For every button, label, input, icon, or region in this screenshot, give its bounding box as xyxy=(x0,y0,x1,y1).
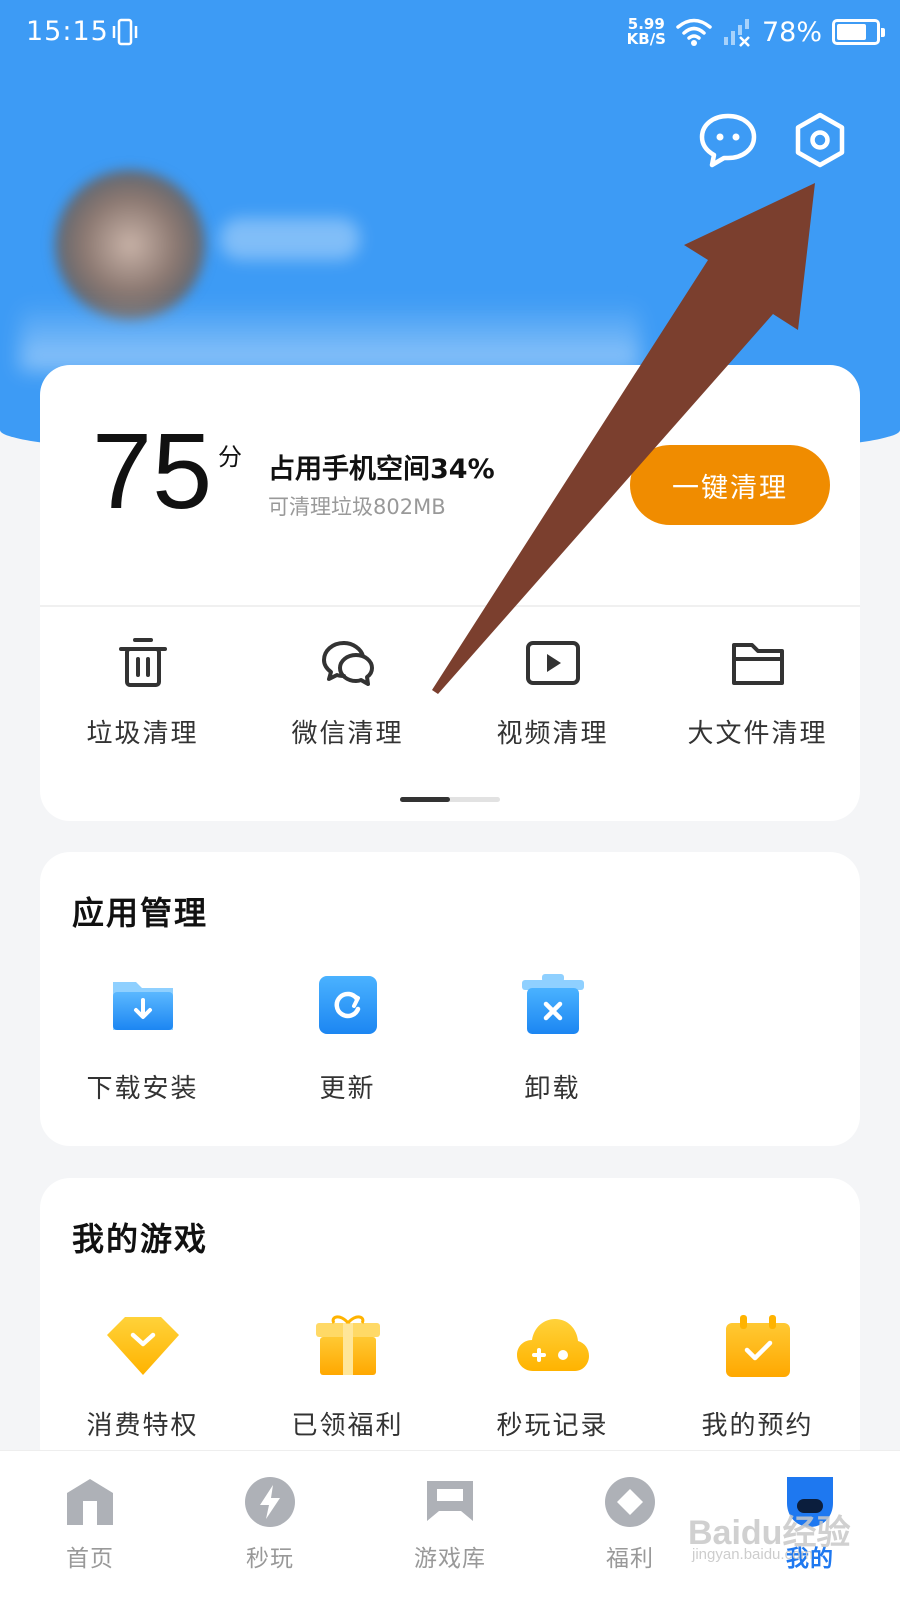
video-icon xyxy=(525,641,580,685)
app-item-label: 卸载 xyxy=(524,1074,581,1104)
nav-label: 首页 xyxy=(66,1546,114,1572)
cloud-gamepad-icon xyxy=(516,1319,589,1371)
trash-icon xyxy=(118,638,167,687)
my-games-items: 消费特权 已领福利 秒玩记录 我的预约 xyxy=(40,1313,860,1442)
update-icon xyxy=(318,976,377,1034)
game-item-label: 秒玩记录 xyxy=(496,1411,609,1441)
tool-label: 大文件清理 xyxy=(687,719,828,749)
game-item-my-reservations[interactable]: 我的预约 xyxy=(655,1313,860,1442)
gift-box-icon xyxy=(315,1315,380,1375)
app-item-download-install[interactable]: 下载安装 xyxy=(40,972,245,1105)
profile-blur-overlay xyxy=(20,300,640,370)
tool-label: 微信清理 xyxy=(291,719,404,749)
baidu-watermark-url: jingyan.baidu.com xyxy=(692,1546,813,1563)
welfare-diamond-icon xyxy=(605,1477,655,1527)
calendar-check-icon xyxy=(725,1315,790,1377)
app-item-label: 下载安装 xyxy=(86,1074,199,1104)
vibrate-icon xyxy=(112,18,138,46)
game-item-claimed-benefits[interactable]: 已领福利 xyxy=(245,1313,450,1442)
nav-item-game-library[interactable]: 游戏库 xyxy=(360,1451,540,1600)
tool-label: 视频清理 xyxy=(496,719,609,749)
wechat-icon xyxy=(321,641,374,686)
tool-junk-clean[interactable]: 垃圾清理 xyxy=(40,635,245,755)
health-score: 75 xyxy=(92,410,213,531)
network-speed-unit: KB/S xyxy=(626,30,666,48)
battery-percent: 78% xyxy=(761,16,822,48)
status-bar: 15:15 5.99 KB/S 78% xyxy=(0,0,900,64)
cleanable-junk-size: 可清理垃圾802MB xyxy=(268,495,446,519)
page-indicator-active xyxy=(400,797,450,802)
app-item-update[interactable]: 更新 xyxy=(245,972,450,1105)
game-library-icon xyxy=(427,1481,473,1521)
game-item-label: 消费特权 xyxy=(86,1411,199,1441)
nav-label: 游戏库 xyxy=(414,1546,486,1572)
storage-usage-title: 占用手机空间34% xyxy=(268,454,495,485)
tool-video-clean[interactable]: 视频清理 xyxy=(450,635,655,755)
uninstall-icon xyxy=(521,974,584,1034)
app-item-uninstall[interactable]: 卸载 xyxy=(450,972,655,1105)
battery-icon xyxy=(832,19,885,45)
app-item-label: 更新 xyxy=(319,1074,376,1104)
tool-large-file-clean[interactable]: 大文件清理 xyxy=(655,635,860,755)
username-blurred xyxy=(220,218,360,260)
home-icon xyxy=(67,1479,113,1525)
status-time: 15:15 xyxy=(26,16,109,47)
message-bubble-icon[interactable] xyxy=(698,110,758,170)
game-item-label: 我的预约 xyxy=(701,1411,814,1441)
page-indicator xyxy=(400,797,500,802)
phone-clean-card: 75 分 占用手机空间34% 可清理垃圾802MB 一键清理 垃圾清理 微信清理 xyxy=(40,365,860,821)
status-right-group: 5.99 KB/S 78% xyxy=(627,12,885,52)
tool-label: 垃圾清理 xyxy=(86,719,199,749)
app-management-items: 下载安装 更新 卸载 xyxy=(40,972,860,1105)
diamond-icon xyxy=(106,1317,179,1375)
wifi-icon xyxy=(676,18,712,46)
avatar[interactable] xyxy=(55,170,205,320)
settings-hexagon-icon[interactable] xyxy=(790,110,850,170)
nav-item-instant-play[interactable]: 秒玩 xyxy=(180,1451,360,1600)
download-folder-icon xyxy=(112,982,173,1030)
my-games-title: 我的游戏 xyxy=(72,1220,209,1258)
lightning-icon xyxy=(245,1477,295,1527)
nav-label: 秒玩 xyxy=(246,1546,294,1572)
game-item-instant-play-records[interactable]: 秒玩记录 xyxy=(450,1313,655,1442)
signal-icon xyxy=(723,19,750,47)
app-management-card: 应用管理 下载安装 更新 卸载 xyxy=(40,852,860,1146)
one-click-clean-button[interactable]: 一键清理 xyxy=(630,445,830,525)
game-item-consumption-privilege[interactable]: 消费特权 xyxy=(40,1313,245,1442)
network-speed: 5.99 KB/S xyxy=(627,17,666,47)
card-divider xyxy=(40,605,860,607)
tool-wechat-clean[interactable]: 微信清理 xyxy=(245,635,450,755)
battery-fill xyxy=(837,24,866,40)
my-games-card: 我的游戏 消费特权 已领福利 秒玩记录 我的预约 xyxy=(40,1178,860,1478)
score-unit: 分 xyxy=(218,443,242,471)
app-management-title: 应用管理 xyxy=(72,894,209,932)
nav-item-home[interactable]: 首页 xyxy=(0,1451,180,1600)
nav-label: 福利 xyxy=(606,1546,654,1572)
clean-tools-row: 垃圾清理 微信清理 视频清理 大文件清理 xyxy=(40,635,860,755)
game-item-label: 已领福利 xyxy=(291,1411,404,1441)
folder-icon xyxy=(731,643,784,685)
